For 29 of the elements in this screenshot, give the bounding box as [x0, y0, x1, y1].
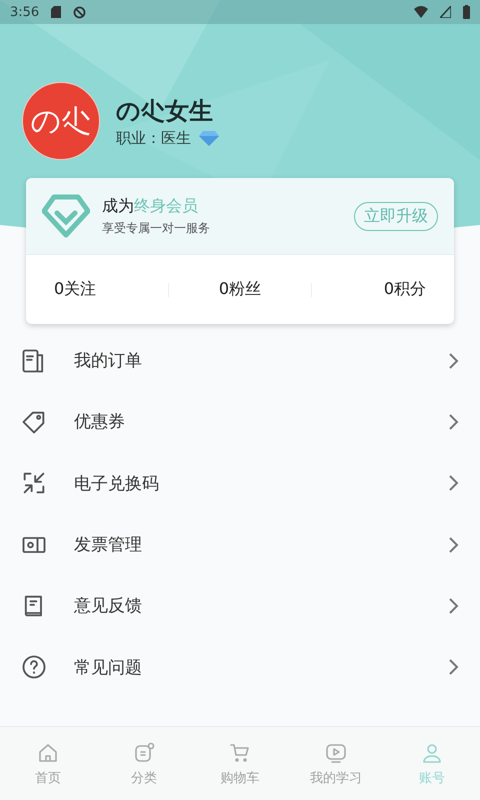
membership-title: 成为终身会员	[102, 196, 199, 216]
stat-text[interactable]: 0粉丝	[169, 279, 311, 300]
menu-row[interactable]: 电子兑换码	[0, 452, 480, 514]
menu-row[interactable]: 发票管理	[0, 514, 480, 576]
menu-row[interactable]: 优惠券	[0, 391, 480, 453]
membership-subtitle: 享受专属一对一服务	[102, 220, 210, 236]
wifi-icon	[414, 6, 428, 18]
signal-icon	[440, 6, 451, 18]
question-icon	[20, 653, 48, 682]
diamond-check-icon	[42, 194, 90, 238]
menu-label: 常见问题	[74, 656, 143, 679]
menu-label: 意见反馈	[74, 595, 143, 618]
menu-label: 发票管理	[74, 534, 143, 556]
stat-text[interactable]: 0积分	[312, 279, 454, 300]
battery-icon	[463, 5, 470, 19]
diamond-icon	[199, 130, 219, 146]
menu-row[interactable]: 常见问题	[0, 636, 480, 698]
sd-card-icon	[51, 6, 62, 18]
menu-label: 优惠券	[74, 411, 126, 434]
menu-row[interactable]: 意见反馈	[0, 575, 480, 636]
occupation-text: 职业：医生	[116, 128, 191, 148]
menu-label: 我的订单	[74, 350, 143, 372]
category-icon	[132, 740, 156, 764]
blocked-icon	[73, 6, 86, 18]
user-name: の尐女生	[116, 96, 214, 126]
status-time: 3:56	[10, 4, 40, 20]
menu-row[interactable]: 我的订单	[0, 330, 480, 392]
menu-label: 电子兑换码	[74, 472, 160, 495]
stat-text[interactable]: 0关注	[26, 279, 168, 300]
